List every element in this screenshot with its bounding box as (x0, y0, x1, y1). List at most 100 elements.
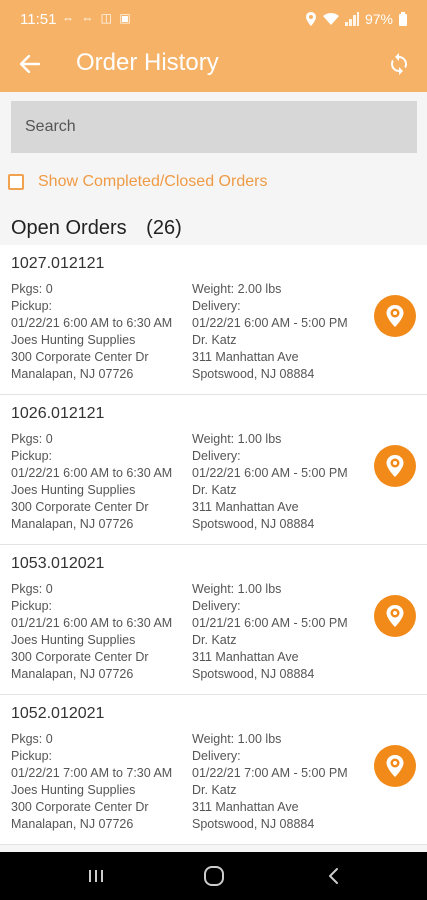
delivery-column: Weight: 1.00 lbs Delivery: 01/22/21 6:00… (192, 431, 348, 533)
order-card[interactable]: 1053.012021 Pkgs: 0 Pickup: 01/21/21 6:0… (0, 545, 427, 695)
pickup-city: Manalapan, NJ 07726 (11, 367, 134, 381)
signal-icon (344, 12, 359, 26)
pickup-name: Joes Hunting Supplies (11, 333, 136, 347)
delivery-name: Dr. Katz (192, 633, 237, 647)
recent-apps-icon (89, 870, 103, 882)
weight: Weight: 1.00 lbs (192, 732, 282, 746)
order-card[interactable]: 1027.012121 Pkgs: 0 Pickup: 01/22/21 6:0… (0, 245, 427, 395)
open-orders-count: (26) (146, 217, 182, 239)
delivery-name: Dr. Katz (192, 483, 237, 497)
map-pin-icon (386, 605, 404, 627)
show-completed-checkbox[interactable] (8, 174, 24, 190)
status-right-icons: 97% (305, 11, 407, 27)
delivery-city: Spotswood, NJ 08884 (192, 367, 315, 381)
pickup-label: Pickup: (11, 449, 52, 463)
pickup-column: Pkgs: 0 Pickup: 01/21/21 6:00 AM to 6:30… (11, 581, 172, 683)
pickup-window: 01/22/21 7:00 AM to 7:30 AM (11, 766, 173, 780)
pickup-label: Pickup: (11, 749, 52, 763)
delivery-street: 311 Manhattan Ave (192, 350, 299, 364)
show-completed-label: Show Completed/Closed Orders (38, 173, 268, 190)
delivery-window: 01/21/21 6:00 AM - 5:00 PM (192, 616, 348, 630)
pickup-name: Joes Hunting Supplies (11, 483, 136, 497)
nav-back-button[interactable] (320, 862, 348, 890)
delivery-label: Delivery: (192, 599, 241, 613)
top-app-bar: 11:51 ⇔ ⇔ ◫ ▣ 97% Order History (0, 0, 427, 92)
pickup-city: Manalapan, NJ 07726 (11, 817, 134, 831)
app-bar: Order History (0, 40, 427, 92)
location-icon (305, 12, 316, 26)
pickup-window: 01/21/21 6:00 AM to 6:30 AM (11, 616, 173, 630)
order-card[interactable]: 1026.012121 Pkgs: 0 Pickup: 01/22/21 6:0… (0, 395, 427, 545)
search-input[interactable] (11, 101, 417, 153)
wifi-icon (322, 13, 339, 25)
refresh-button[interactable] (383, 48, 415, 80)
delivery-column: Weight: 1.00 lbs Delivery: 01/22/21 7:00… (192, 731, 348, 833)
system-nav-bar (0, 852, 427, 900)
order-list: 1027.012121 Pkgs: 0 Pickup: 01/22/21 6:0… (0, 245, 427, 845)
order-id: 1052.012021 (11, 705, 105, 722)
pickup-label: Pickup: (11, 599, 52, 613)
status-time: 11:51 (20, 11, 57, 28)
back-icon (329, 868, 338, 884)
pickup-column: Pkgs: 0 Pickup: 01/22/21 6:00 AM to 6:30… (11, 281, 172, 383)
delivery-column: Weight: 2.00 lbs Delivery: 01/22/21 6:00… (192, 281, 348, 383)
weight: Weight: 1.00 lbs (192, 432, 282, 446)
home-button[interactable] (200, 862, 228, 890)
delivery-street: 311 Manhattan Ave (192, 500, 299, 514)
delivery-city: Spotswood, NJ 08884 (192, 517, 315, 531)
pkgs-count: Pkgs: 0 (11, 282, 53, 296)
pickup-window: 01/22/21 6:00 AM to 6:30 AM (11, 316, 173, 330)
page-title: Order History (76, 49, 219, 76)
delivery-window: 01/22/21 7:00 AM - 5:00 PM (192, 766, 348, 780)
map-button[interactable] (374, 445, 416, 487)
delivery-city: Spotswood, NJ 08884 (192, 667, 315, 681)
recent-apps-button[interactable] (82, 862, 110, 890)
pickup-city: Manalapan, NJ 07726 (11, 667, 134, 681)
arrow-left-icon (20, 55, 40, 73)
pickup-column: Pkgs: 0 Pickup: 01/22/21 7:00 AM to 7:30… (11, 731, 172, 833)
delivery-street: 311 Manhattan Ave (192, 800, 299, 814)
delivery-window: 01/22/21 6:00 AM - 5:00 PM (192, 466, 348, 480)
map-pin-icon (386, 305, 404, 327)
show-completed-toggle[interactable]: Show Completed/Closed Orders (8, 172, 267, 192)
map-pin-icon (386, 455, 404, 477)
back-button[interactable] (14, 48, 46, 80)
pickup-column: Pkgs: 0 Pickup: 01/22/21 6:00 AM to 6:30… (11, 431, 172, 533)
status-bar: 11:51 ⇔ ⇔ ◫ ▣ 97% (0, 0, 427, 40)
refresh-icon (391, 53, 407, 75)
pickup-name: Joes Hunting Supplies (11, 783, 136, 797)
delivery-label: Delivery: (192, 299, 241, 313)
pkgs-count: Pkgs: 0 (11, 582, 53, 596)
delivery-name: Dr. Katz (192, 783, 237, 797)
map-button[interactable] (374, 745, 416, 787)
pickup-street: 300 Corporate Center Dr (11, 500, 149, 514)
home-icon (204, 866, 224, 886)
order-card[interactable]: 1052.012021 Pkgs: 0 Pickup: 01/22/21 7:0… (0, 695, 427, 845)
pkgs-count: Pkgs: 0 (11, 732, 53, 746)
delivery-city: Spotswood, NJ 08884 (192, 817, 315, 831)
order-id: 1053.012021 (11, 555, 105, 572)
delivery-label: Delivery: (192, 449, 241, 463)
map-pin-icon (386, 755, 404, 777)
delivery-name: Dr. Katz (192, 333, 237, 347)
order-id: 1026.012121 (11, 405, 105, 422)
pickup-label: Pickup: (11, 299, 52, 313)
map-button[interactable] (374, 295, 416, 337)
section-title: Open Orders (26) (11, 217, 182, 240)
delivery-label: Delivery: (192, 749, 241, 763)
delivery-window: 01/22/21 6:00 AM - 5:00 PM (192, 316, 348, 330)
pickup-street: 300 Corporate Center Dr (11, 650, 149, 664)
delivery-street: 311 Manhattan Ave (192, 650, 299, 664)
section-title-text: Open Orders (11, 217, 127, 239)
map-button[interactable] (374, 595, 416, 637)
notification-icons: ⇔ ⇔ ◫ ▣ (62, 11, 133, 25)
weight: Weight: 1.00 lbs (192, 582, 282, 596)
pickup-window: 01/22/21 6:00 AM to 6:30 AM (11, 466, 173, 480)
order-id: 1027.012121 (11, 255, 105, 272)
pickup-city: Manalapan, NJ 07726 (11, 517, 134, 531)
battery-percent: 97% (364, 11, 393, 27)
pickup-street: 300 Corporate Center Dr (11, 800, 149, 814)
delivery-column: Weight: 1.00 lbs Delivery: 01/21/21 6:00… (192, 581, 348, 683)
pkgs-count: Pkgs: 0 (11, 432, 53, 446)
pickup-street: 300 Corporate Center Dr (11, 350, 149, 364)
